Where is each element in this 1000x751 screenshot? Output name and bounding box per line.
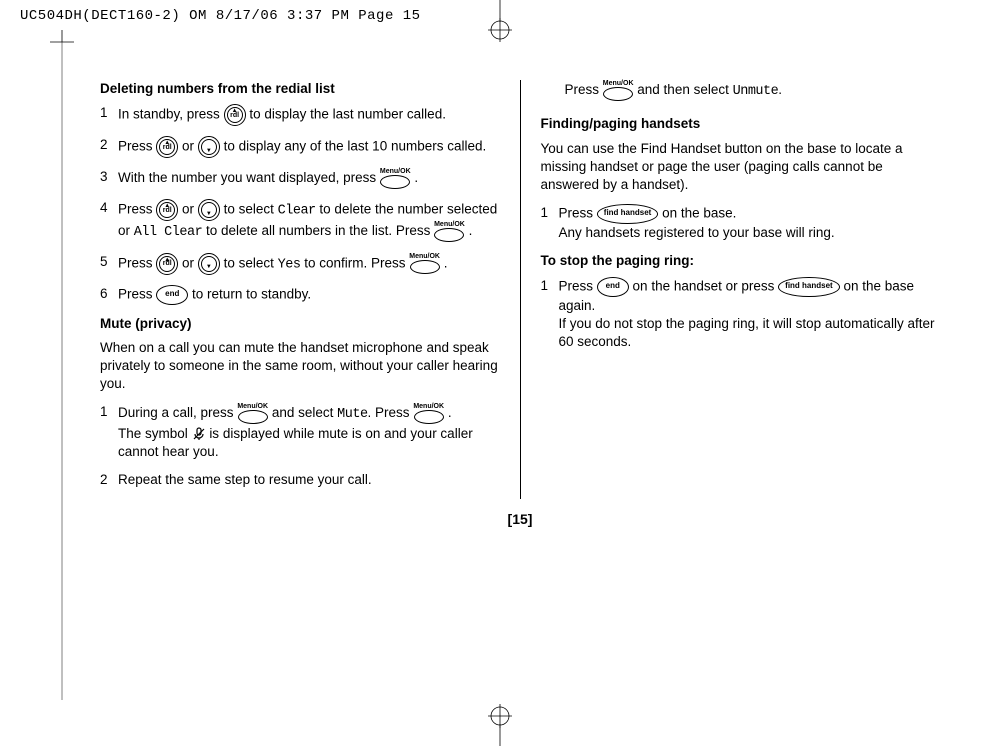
menu-ok-icon: Menu/OK <box>409 253 440 274</box>
page-content: Deleting numbers from the redial list 1 … <box>100 80 940 686</box>
heading-mute: Mute (privacy) <box>100 315 500 333</box>
code-yes: Yes <box>278 257 301 272</box>
end-button-icon: end <box>156 285 188 305</box>
stop-step-1: 1 Press end on the handset or press find… <box>541 277 941 352</box>
code-all-clear: All Clear <box>134 225 202 240</box>
text: Any handsets registered to your base wil… <box>559 225 835 240</box>
text: Press <box>118 255 153 270</box>
steps-stop-paging: 1 Press end on the handset or press find… <box>541 277 941 352</box>
redial-up-icon: rdl <box>224 104 246 126</box>
mute-intro: When on a call you can mute the handset … <box>100 339 500 394</box>
text: or <box>182 202 194 217</box>
step-4: 4 Press rdl or to select Clear to delete… <box>100 199 500 242</box>
document-slug: UC504DH(DECT160-2) OM 8/17/06 3:37 PM Pa… <box>20 8 421 24</box>
text: to display the last number called. <box>249 107 446 122</box>
text: . <box>778 82 782 97</box>
find-handset-button-icon: find handset <box>778 277 840 297</box>
text: If you do not stop the paging ring, it w… <box>559 316 935 349</box>
text: to confirm. Press <box>304 255 405 270</box>
left-column: Deleting numbers from the redial list 1 … <box>100 80 500 499</box>
text: Press <box>118 286 153 301</box>
heading-finding: Finding/paging handsets <box>541 115 941 133</box>
step-1: 1 In standby, press rdl to display the l… <box>100 104 500 126</box>
heading-deleting: Deleting numbers from the redial list <box>100 80 500 98</box>
step-6: 6 Press end to return to standby. <box>100 285 500 305</box>
steps-deleting: 1 In standby, press rdl to display the l… <box>100 104 500 304</box>
text: to display any of the last 10 numbers ca… <box>224 139 487 154</box>
down-icon <box>198 199 220 221</box>
heading-stop-paging: To stop the paging ring: <box>541 252 941 270</box>
text: Press <box>118 139 153 154</box>
text: Press <box>559 206 594 221</box>
menu-ok-icon: Menu/OK <box>434 221 465 242</box>
mute-step-1: 1 During a call, press Menu/OK and selec… <box>100 403 500 461</box>
unmute-line: Press Menu/OK and then select Unmute. <box>565 80 941 101</box>
step-5: 5 Press rdl or to select Yes to confirm.… <box>100 253 500 275</box>
menu-ok-icon: Menu/OK <box>413 403 444 424</box>
end-button-icon: end <box>597 277 629 297</box>
menu-ok-icon: Menu/OK <box>603 80 634 101</box>
text: Repeat the same step to resume your call… <box>118 471 500 489</box>
redial-up-icon: rdl <box>156 136 178 158</box>
redial-up-icon: rdl <box>156 253 178 275</box>
menu-ok-icon: Menu/OK <box>237 403 268 424</box>
text: Press <box>565 82 600 97</box>
code-clear: Clear <box>278 204 316 219</box>
redial-up-icon: rdl <box>156 199 178 221</box>
right-column: Press Menu/OK and then select Unmute. Fi… <box>541 80 941 499</box>
text: . <box>414 170 418 185</box>
down-icon <box>198 253 220 275</box>
text: . <box>448 405 452 420</box>
text: Press <box>118 202 153 217</box>
menu-ok-icon: Menu/OK <box>380 168 411 189</box>
text: on the handset or press <box>633 278 775 293</box>
down-icon <box>198 136 220 158</box>
text: to select <box>224 255 274 270</box>
text: With the number you want displayed, pres… <box>118 170 376 185</box>
steps-finding: 1 Press find handset on the base. Any ha… <box>541 204 941 242</box>
text: Press <box>559 278 594 293</box>
text: or <box>182 255 194 270</box>
steps-mute: 1 During a call, press Menu/OK and selec… <box>100 403 500 489</box>
text: The symbol <box>118 426 188 441</box>
text: to return to standby. <box>192 286 311 301</box>
text: on the base. <box>662 206 736 221</box>
find-step-1: 1 Press find handset on the base. Any ha… <box>541 204 941 242</box>
text: . Press <box>368 405 410 420</box>
step-2: 2 Press rdl or to display any of the las… <box>100 136 500 158</box>
page-number: [15] <box>100 511 940 527</box>
text: or <box>182 139 194 154</box>
finding-intro: You can use the Find Handset button on t… <box>541 140 941 195</box>
code-unmute: Unmute <box>733 84 779 99</box>
text: and then select <box>637 82 729 97</box>
text: . <box>469 223 473 238</box>
mute-symbol-icon <box>192 427 206 441</box>
column-divider <box>520 80 521 499</box>
step-3: 3 With the number you want displayed, pr… <box>100 168 500 189</box>
text: and select <box>272 405 334 420</box>
text: In standby, press <box>118 107 220 122</box>
mute-step-2: 2 Repeat the same step to resume your ca… <box>100 471 500 489</box>
find-handset-button-icon: find handset <box>597 204 659 224</box>
text: . <box>444 255 448 270</box>
text: During a call, press <box>118 405 234 420</box>
text: to select <box>224 202 274 217</box>
text: to delete all numbers in the list. Press <box>206 223 430 238</box>
code-mute: Mute <box>337 407 367 422</box>
